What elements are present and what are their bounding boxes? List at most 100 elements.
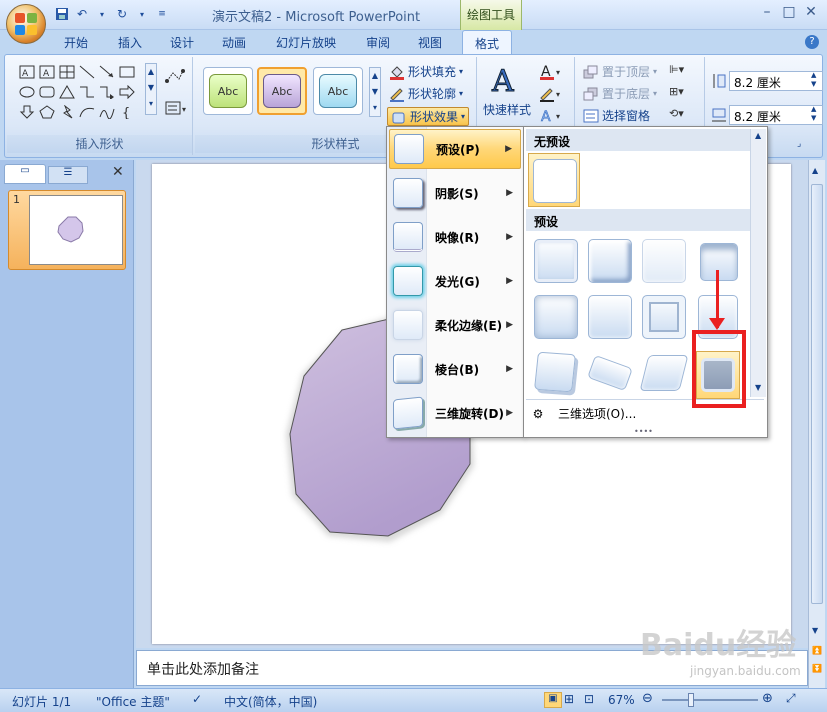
- tab-view[interactable]: 视图: [418, 34, 442, 51]
- slide-thumbnail[interactable]: 1: [8, 190, 126, 270]
- pentagon-icon[interactable]: [37, 103, 57, 121]
- style-gallery-scroll[interactable]: ▲ ▼ ▾: [369, 67, 381, 117]
- rectangle-icon[interactable]: [117, 63, 137, 81]
- next-slide-icon[interactable]: ⏬: [812, 664, 822, 673]
- dropdown-icon[interactable]: ▾: [94, 6, 110, 22]
- line-icon[interactable]: [77, 63, 97, 81]
- textbox-dropdown-icon[interactable]: ▾: [165, 101, 189, 118]
- resize-grip-icon[interactable]: ••••: [634, 427, 653, 436]
- preset-10[interactable]: [587, 354, 633, 392]
- normal-view-icon[interactable]: ▣: [544, 692, 562, 708]
- scroll-down-icon[interactable]: ▼: [812, 626, 818, 635]
- save-icon[interactable]: [54, 6, 70, 22]
- quick-styles-button[interactable]: 快速样式: [483, 101, 531, 118]
- menu-item-shadow[interactable]: 阴影(S) ▶: [389, 173, 521, 213]
- vertical-scrollbar[interactable]: ▲ ▼ ⏫ ⏬: [808, 160, 825, 690]
- text-effects-icon[interactable]: A ▾: [539, 107, 563, 128]
- height-input[interactable]: 8.2 厘米: [729, 71, 823, 91]
- tab-slideshow[interactable]: 幻灯片放映: [276, 34, 336, 51]
- menu-item-soft-edges[interactable]: 柔化边缘(E) ▶: [389, 305, 521, 345]
- scroll-up-icon[interactable]: ▲: [812, 166, 818, 175]
- tab-design[interactable]: 设计: [170, 34, 194, 51]
- maximize-button[interactable]: □: [780, 4, 798, 20]
- height-spinner[interactable]: ▲ ▼: [811, 71, 816, 89]
- shape-effects-button[interactable]: 形状效果 ▾: [387, 107, 470, 126]
- tab-insert[interactable]: 插入: [118, 34, 142, 51]
- customize-qat-icon[interactable]: ≡: [154, 6, 170, 22]
- triangle-icon[interactable]: [57, 83, 77, 101]
- preset-5[interactable]: [534, 295, 578, 339]
- close-panel-icon[interactable]: ✕: [112, 164, 124, 180]
- undo-icon[interactable]: ↶: [74, 6, 90, 22]
- slides-tab-icon[interactable]: ▭: [4, 164, 46, 184]
- freeform-icon[interactable]: [97, 103, 117, 121]
- width-spinner[interactable]: ▲ ▼: [811, 105, 816, 123]
- align-icon[interactable]: ⊫▾: [669, 63, 684, 76]
- zoom-out-icon[interactable]: ⊖: [642, 691, 653, 706]
- slideshow-view-icon[interactable]: ⊡: [584, 692, 594, 706]
- preset-7[interactable]: [642, 295, 686, 339]
- text-fill-icon[interactable]: A ▾: [539, 63, 563, 84]
- bring-to-front-button[interactable]: 置于顶层 ▾: [583, 63, 657, 80]
- zoom-in-icon[interactable]: ⊕: [762, 691, 773, 706]
- right-arrow-shape-icon[interactable]: [117, 83, 137, 101]
- menu-item-bevel[interactable]: 棱台(B) ▶: [389, 349, 521, 389]
- submenu-scroll-up-icon[interactable]: ▲: [755, 131, 761, 140]
- preset-4[interactable]: [700, 243, 738, 281]
- preset-2[interactable]: [588, 239, 632, 283]
- zoom-level[interactable]: 67%: [608, 693, 635, 707]
- send-to-back-button[interactable]: 置于底层 ▾: [583, 85, 657, 102]
- language[interactable]: 中文(简体，中国): [224, 693, 317, 710]
- previous-slide-icon[interactable]: ⏫: [812, 646, 822, 655]
- preset-9[interactable]: [534, 351, 576, 393]
- selection-pane-button[interactable]: 选择窗格: [583, 107, 650, 124]
- zoom-slider-thumb[interactable]: [688, 693, 694, 707]
- zoom-slider[interactable]: [662, 699, 758, 701]
- brace-icon[interactable]: {: [117, 103, 137, 121]
- menu-item-reflection[interactable]: 映像(R) ▶: [389, 217, 521, 257]
- shape-outline-button[interactable]: 形状轮廓 ▾: [389, 85, 463, 102]
- submenu-scrollbar[interactable]: ▲ ▼: [750, 129, 766, 397]
- arc-icon[interactable]: [77, 103, 97, 121]
- menu-item-glow[interactable]: 发光(G) ▶: [389, 261, 521, 301]
- outline-tab-icon[interactable]: ☰: [48, 166, 88, 184]
- preset-1[interactable]: [534, 239, 578, 283]
- arrow-line-icon[interactable]: [97, 63, 117, 81]
- lightning-icon[interactable]: [57, 103, 77, 121]
- close-button[interactable]: ✕: [802, 4, 820, 20]
- quick-styles-icon[interactable]: A: [489, 63, 523, 100]
- elbow-arrow-icon[interactable]: [97, 83, 117, 101]
- group-icon[interactable]: ⊞▾: [669, 85, 684, 98]
- elbow-connector-icon[interactable]: [77, 83, 97, 101]
- shape-fill-button[interactable]: 形状填充 ▾: [389, 63, 463, 80]
- spell-check-icon[interactable]: ✓: [192, 692, 202, 706]
- submenu-scroll-down-icon[interactable]: ▼: [755, 383, 761, 392]
- vertical-textbox-icon[interactable]: A: [37, 63, 57, 81]
- dropdown-icon[interactable]: ▾: [134, 6, 150, 22]
- slide-sorter-icon[interactable]: ⊞: [564, 692, 574, 706]
- size-dialog-launcher-icon[interactable]: ⌟: [797, 139, 801, 149]
- no-preset-option[interactable]: [528, 153, 580, 207]
- preset-6[interactable]: [588, 295, 632, 339]
- shape-style-purple-selected[interactable]: Abc: [257, 67, 307, 115]
- tab-home[interactable]: 开始: [64, 34, 88, 51]
- tab-review[interactable]: 审阅: [366, 34, 390, 51]
- rounded-rect-icon[interactable]: [37, 83, 57, 101]
- menu-item-preset[interactable]: 预设(P) ▶: [389, 129, 521, 169]
- rotate-icon[interactable]: ⟲▾: [669, 107, 684, 120]
- fit-to-window-icon[interactable]: ⤢: [786, 691, 796, 706]
- scroll-thumb[interactable]: [811, 184, 823, 604]
- menu-item-3d-rotation[interactable]: 三维旋转(D) ▶: [389, 393, 521, 433]
- oval-icon[interactable]: [17, 83, 37, 101]
- edit-shape-icon[interactable]: [165, 69, 185, 88]
- preset-11[interactable]: [639, 355, 689, 391]
- width-input[interactable]: 8.2 厘米: [729, 105, 823, 125]
- shape-style-green[interactable]: Abc: [203, 67, 253, 115]
- tab-animation[interactable]: 动画: [222, 34, 246, 51]
- table-shape-icon[interactable]: [57, 63, 77, 81]
- shape-style-blue[interactable]: Abc: [313, 67, 363, 115]
- shape-gallery-scroll[interactable]: ▲ ▼ ▾: [145, 63, 157, 115]
- tab-format[interactable]: 格式: [462, 30, 513, 54]
- preset-3[interactable]: [642, 239, 686, 283]
- redo-icon[interactable]: ↻: [114, 6, 130, 22]
